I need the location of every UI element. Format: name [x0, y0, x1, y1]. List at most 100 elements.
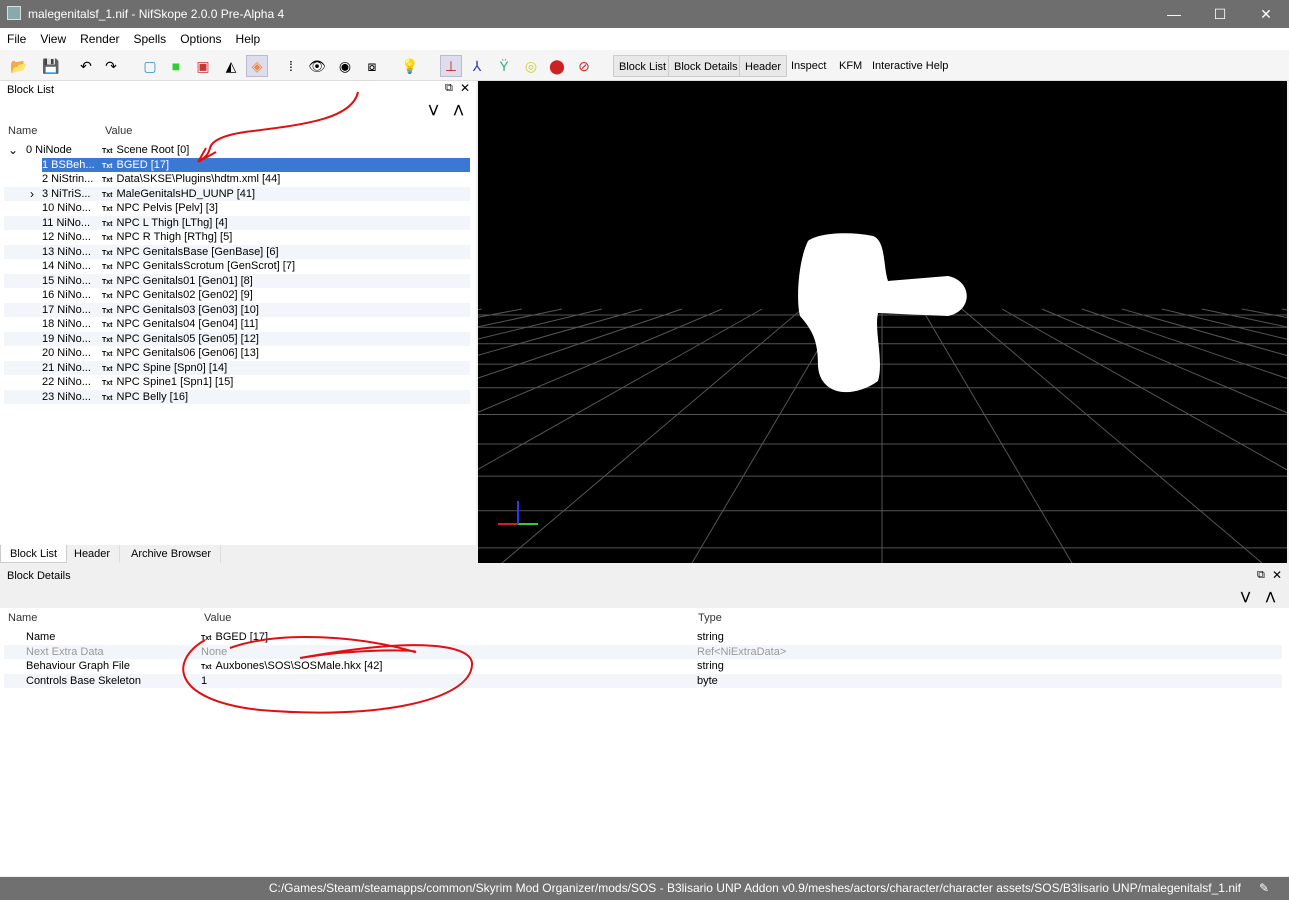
show-axes-icon[interactable]: ⊥ [440, 55, 462, 77]
tree-row[interactable]: › 3 NiTriS... Txt MaleGenitalsHD_UUNP [41] [4, 186, 470, 202]
float-icon[interactable]: ⧉ [1257, 569, 1265, 582]
tab-block-list[interactable]: Block List [0, 545, 68, 563]
toolbar-button-header[interactable]: Header [739, 55, 788, 77]
tree-row[interactable]: 23 NiNo... Txt NPC Belly [16] [4, 389, 470, 404]
float-icon[interactable]: ⧉ [445, 82, 453, 95]
show-nodes-icon[interactable]: ⅄ [466, 55, 488, 77]
tree-row[interactable]: ⌄ 0 NiNode Txt Scene Root [0] [4, 143, 470, 158]
menu-bar: File View Render Spells Options Help [0, 28, 1289, 50]
value-text: NPC Genitals02 [Gen02] [9] [116, 289, 253, 301]
tree-row[interactable]: 17 NiNo... Txt NPC Genitals03 [Gen03] [10] [4, 302, 470, 317]
hide-hidden-icon[interactable]: ⊘ [573, 55, 595, 77]
save-icon[interactable]: 💾 [40, 55, 62, 77]
view-front-icon[interactable]: ■ [165, 55, 187, 77]
menu-help[interactable]: Help [229, 28, 268, 46]
show-hidden-icon[interactable]: 👁 [306, 55, 328, 77]
details-row[interactable]: Name Txt BGED [17] string [4, 630, 1282, 645]
block-name: 15 NiNo... [42, 274, 91, 287]
grid-line [1201, 308, 1287, 328]
toolbar-button-interactive-help[interactable]: Interactive Help [867, 55, 953, 77]
tab-header[interactable]: Header [65, 545, 121, 563]
tree-row[interactable]: 14 NiNo... Txt NPC GenitalsScrotum [GenScr… [4, 259, 470, 274]
view-top-icon[interactable]: ▢ [139, 55, 161, 77]
details-row[interactable]: Controls Base Skeleton 1 byte [4, 673, 1282, 689]
3d-viewport[interactable] [478, 81, 1287, 563]
field-value[interactable]: 1 [201, 674, 207, 689]
select-hidden-icon[interactable]: ◉ [334, 55, 356, 77]
tree-row[interactable]: 18 NiNo... Txt NPC Genitals04 [Gen04] [11] [4, 317, 470, 332]
view-side-icon[interactable]: ▣ [192, 55, 214, 77]
field-value[interactable]: None [201, 645, 227, 660]
collapse-all-icon[interactable]: ⋀ [454, 103, 463, 116]
txt-icon: Txt [102, 206, 113, 213]
close-panel-icon[interactable]: ✕ [460, 81, 470, 95]
flip-icon[interactable]: ◭ [220, 55, 242, 77]
block-tree: ⌄ 0 NiNode Txt Scene Root [0] 1 BSBeh... Txt B… [4, 143, 470, 404]
txt-icon: Txt [102, 365, 113, 373]
perspective-cube-icon[interactable]: ◈ [246, 55, 268, 77]
tree-row[interactable]: 12 NiNo... Txt NPC R Thigh [RThg] [5] [4, 230, 470, 245]
show-constraints-icon[interactable]: ◎ [520, 55, 542, 77]
toolbar-button-block-details[interactable]: Block Details [668, 55, 744, 77]
block-name: 19 NiNo... [42, 332, 91, 345]
column-header-value[interactable]: Value [204, 612, 231, 624]
tree-row[interactable]: 16 NiNo... Txt NPC Genitals02 [Gen02] [9] [4, 288, 470, 303]
value-text: NPC R Thigh [RThg] [5] [116, 231, 233, 243]
undo-icon[interactable]: ↶ [75, 55, 97, 77]
value-text: NPC Pelvis [Pelv] [3] [116, 202, 218, 214]
walk-icon[interactable]: ⁞ [280, 55, 302, 77]
menu-options[interactable]: Options [173, 28, 228, 46]
close-button[interactable]: ✕ [1243, 0, 1289, 28]
block-name: 2 NiStrin... [42, 173, 94, 185]
value-text: NPC L Thigh [LThg] [4] [116, 216, 228, 229]
toolbar-button-inspect[interactable]: Inspect [786, 55, 831, 77]
menu-render[interactable]: Render [73, 28, 126, 46]
tree-row[interactable]: 20 NiNo... Txt NPC Genitals06 [Gen06] [13] [4, 346, 470, 361]
close-panel-icon[interactable]: ✕ [1272, 568, 1282, 582]
tree-row[interactable]: 21 NiNo... Txt NPC Spine [Spn0] [14] [4, 360, 470, 375]
open-icon[interactable]: 📂 [8, 55, 30, 77]
column-header-name[interactable]: Name [8, 125, 37, 137]
minimize-button[interactable]: — [1151, 0, 1197, 28]
maximize-button[interactable]: ☐ [1197, 0, 1243, 28]
details-row[interactable]: Behaviour Graph File Txt Auxbones\SOS\SOSM… [4, 659, 1282, 674]
collapse-all-icon[interactable]: ⋀ [1266, 590, 1275, 603]
tree-row[interactable]: 15 NiNo... Txt NPC Genitals01 [Gen01] [8] [4, 273, 470, 288]
show-markers-icon[interactable]: ⬤ [546, 55, 568, 77]
value-text: NPC Genitals05 [Gen05] [12] [116, 332, 259, 345]
tree-row[interactable]: 11 NiNo... Txt NPC L Thigh [LThg] [4] [4, 215, 470, 230]
tree-row[interactable]: 1 BSBeh... Txt BGED [17] [4, 157, 470, 172]
tree-row[interactable]: 19 NiNo... Txt NPC Genitals05 [Gen05] [12] [4, 331, 470, 346]
block-details-panel: Block Details ⧉ ✕ ⋁ ⋀ Name Value Type Na… [0, 566, 1289, 876]
tree-row[interactable]: 2 NiStrin... Txt Data\SKSE\Plugins\hdtm.xm… [4, 172, 470, 187]
lighting-icon[interactable]: 💡 [399, 55, 421, 77]
menu-spells[interactable]: Spells [127, 28, 174, 46]
tab-archive-browser[interactable]: Archive Browser [122, 545, 222, 563]
show-havok-icon[interactable]: Ÿ [493, 55, 515, 77]
tree-row[interactable]: 10 NiNo... Txt NPC Pelvis [Pelv] [3] [4, 201, 470, 216]
column-header-name[interactable]: Name [8, 612, 37, 624]
block-name: 17 NiNo... [42, 303, 91, 316]
expand-toggle-icon[interactable]: › [30, 187, 34, 202]
tree-row[interactable]: 13 NiNo... Txt NPC GenitalsBase [GenBase] … [4, 244, 470, 259]
expand-toggle-icon[interactable]: ⌄ [8, 143, 18, 158]
redo-icon[interactable]: ↷ [100, 55, 122, 77]
block-name: 22 NiNo... [42, 376, 91, 388]
field-name: Name [26, 631, 56, 643]
menu-file[interactable]: File [0, 28, 33, 46]
menu-view[interactable]: View [33, 28, 73, 46]
toolbar-button-block-list[interactable]: Block List [613, 55, 673, 77]
tree-row[interactable]: 22 NiNo... Txt NPC Spine1 [Spn1] [15] [4, 375, 470, 390]
column-header-type[interactable]: Type [698, 612, 722, 624]
value-text: NPC Genitals03 [Gen03] [10] [116, 303, 259, 316]
details-row[interactable]: Next Extra Data None Ref<NiExtraData> [4, 644, 1282, 660]
screenshot-icon[interactable]: ⧇ [361, 55, 383, 77]
expand-all-icon[interactable]: ⋁ [1241, 590, 1250, 603]
field-name: Behaviour Graph File [26, 660, 130, 672]
column-header-value[interactable]: Value [105, 125, 132, 137]
grid-line [961, 308, 1263, 563]
txt-icon: Txt [102, 177, 113, 184]
block-name: 23 NiNo... [42, 390, 91, 403]
expand-all-icon[interactable]: ⋁ [429, 103, 438, 116]
toolbar-button-kfm[interactable]: KFM [834, 55, 867, 77]
